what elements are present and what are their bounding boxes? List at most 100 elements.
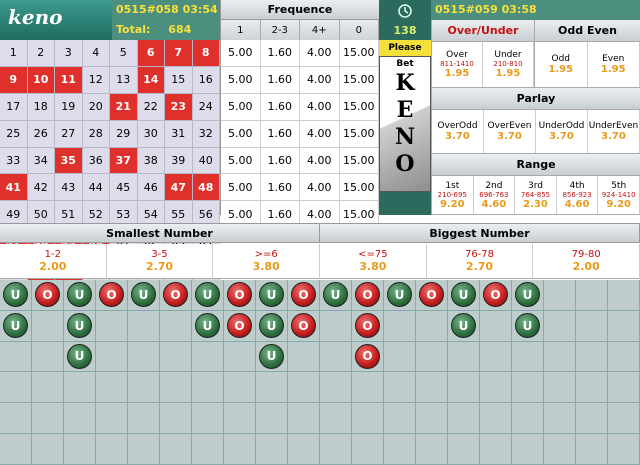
road-cell (32, 372, 64, 404)
road-cell (480, 403, 512, 434)
road-cell (544, 433, 576, 465)
road-cell (128, 310, 160, 342)
number-cell-6: 6 (137, 40, 165, 67)
bet-range-2nd-odds: 4.60 (481, 198, 507, 210)
number-bet-option[interactable]: 1-2 2.00 (0, 244, 107, 279)
frequence-odds-cell[interactable]: 1.60 (260, 174, 300, 202)
road-cell: U (256, 280, 288, 311)
bet-overodd[interactable]: OverOdd 3.70 (432, 110, 484, 153)
bet-range-4th[interactable]: 4th 856-923 4.60 (556, 176, 599, 214)
number-cell-37: 37 (110, 147, 138, 175)
frequence-odds-cell[interactable]: 1.60 (260, 147, 300, 175)
road-cell (576, 310, 608, 342)
under-ball: U (3, 282, 28, 308)
bet-range-1st[interactable]: 1st 210-695 9.20 (432, 176, 474, 214)
keno-letter: N (394, 124, 416, 150)
frequence-odds-cell[interactable]: 4.00 (300, 93, 340, 121)
frequence-odds-cell[interactable]: 15.00 (339, 40, 379, 67)
frequence-odds-cell[interactable]: 5.00 (221, 120, 261, 148)
road-cell (512, 403, 544, 434)
bet-range-2nd-label: 2nd (485, 180, 503, 191)
under-ball: U (387, 282, 412, 308)
road-cell (384, 433, 416, 465)
frequence-odds-cell[interactable]: 5.00 (221, 93, 261, 121)
bet-range-3rd-odds: 2.30 (523, 198, 548, 210)
frequence-odds-cell[interactable]: 1.60 (260, 40, 300, 67)
bet-odd[interactable]: Odd 1.95 (535, 42, 588, 87)
frequence-odds-cell[interactable]: 5.00 (221, 40, 261, 67)
parlay-title: Parlay (432, 88, 640, 110)
road-cell (224, 403, 256, 434)
road-cell (96, 403, 128, 434)
frequence-odds-cell[interactable]: 1.60 (260, 120, 300, 148)
bet-range-5th[interactable]: 5th 924-1410 9.20 (598, 176, 640, 214)
bet-range-2nd[interactable]: 2nd 696-763 4.60 (473, 176, 516, 214)
number-bet-label: >=6 (254, 249, 278, 260)
frequence-odds-cell[interactable]: 4.00 (300, 40, 340, 67)
number-bet-option[interactable]: <=75 3.80 (319, 244, 427, 279)
road-cell (256, 433, 288, 465)
number-cell-34: 34 (27, 147, 55, 175)
bet-undereven[interactable]: UnderEven 3.70 (588, 110, 640, 153)
number-bet-option[interactable]: 3-5 2.70 (106, 244, 214, 279)
frequence-odds-cell[interactable]: 5.00 (221, 66, 261, 94)
road-cell (416, 403, 448, 434)
number-cell-24: 24 (192, 93, 220, 121)
frequence-odds-cell[interactable]: 15.00 (339, 66, 379, 94)
road-cell (544, 280, 576, 311)
road-cell: U (448, 310, 480, 342)
bet-even[interactable]: Even 1.95 (587, 42, 640, 87)
road-cell (544, 372, 576, 404)
road-cell (64, 403, 96, 434)
frequence-odds-cell[interactable]: 4.00 (300, 66, 340, 94)
number-bet-odds: 3.80 (359, 260, 387, 273)
number-cell-30: 30 (137, 120, 165, 148)
number-cell-15: 15 (165, 66, 193, 94)
road-cell: U (448, 280, 480, 311)
road-cell (448, 403, 480, 434)
number-bet-option[interactable]: 76-78 2.70 (426, 244, 534, 279)
number-bet-option[interactable]: >=6 3.80 (213, 244, 320, 279)
bet-overeven[interactable]: OverEven 3.70 (484, 110, 536, 153)
number-cell-18: 18 (27, 93, 55, 121)
bet-under[interactable]: Under 210-810 1.95 (483, 42, 534, 87)
road-cell (160, 310, 192, 342)
frequence-odds-cell[interactable]: 15.00 (339, 120, 379, 148)
bet-over[interactable]: Over 811-1410 1.95 (432, 42, 483, 87)
number-bet-odds: 2.70 (145, 260, 174, 273)
bet-range-2nd-range: 696-763 (479, 190, 509, 199)
road-cell (0, 403, 32, 434)
road-cell: U (512, 280, 544, 311)
total-bar: Total: 684 (112, 20, 220, 40)
number-cell-44: 44 (82, 174, 110, 202)
frequence-odds-cell[interactable]: 4.00 (300, 174, 340, 202)
odd-even-title: Odd Even (535, 20, 640, 42)
number-cell-36: 36 (82, 147, 110, 175)
number-bet-label: 79-80 (571, 249, 601, 260)
frequence-odds-cell[interactable]: 15.00 (339, 147, 379, 175)
under-ball: U (195, 282, 220, 308)
road-cell (384, 310, 416, 342)
frequence-odds-cell[interactable]: 5.00 (221, 174, 261, 202)
road-cell (352, 433, 384, 465)
bet-underodd[interactable]: UnderOdd 3.70 (536, 110, 588, 153)
frequence-odds-cell[interactable]: 4.00 (300, 147, 340, 175)
number-cell-4: 4 (82, 40, 110, 67)
number-bet-option[interactable]: 79-80 2.00 (533, 244, 640, 279)
under-ball: U (67, 313, 92, 339)
road-cell: O (224, 310, 256, 342)
number-bet-odds: 2.00 (572, 260, 600, 273)
road-cell (608, 280, 640, 311)
number-cell-11: 11 (55, 66, 83, 94)
bet-overeven-odds: 3.70 (497, 131, 522, 142)
road-cell (128, 403, 160, 434)
frequence-odds-cell[interactable]: 15.00 (339, 174, 379, 202)
frequence-odds-cell[interactable]: 4.00 (300, 120, 340, 148)
frequence-odds-cell[interactable]: 5.00 (221, 147, 261, 175)
bet-range-3rd[interactable]: 3rd 764-855 2.30 (515, 176, 557, 214)
number-cell-35: 35 (55, 147, 83, 175)
road-cell (576, 403, 608, 434)
frequence-odds-cell[interactable]: 1.60 (260, 66, 300, 94)
frequence-odds-cell[interactable]: 15.00 (339, 93, 379, 121)
frequence-odds-cell[interactable]: 1.60 (260, 93, 300, 121)
